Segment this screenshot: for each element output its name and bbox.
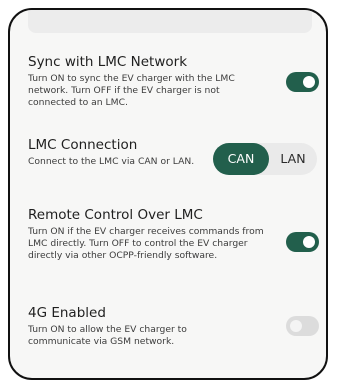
option-can[interactable]: CAN	[213, 143, 269, 175]
phone-frame: Sync with LMC Network Turn ON to sync th…	[8, 8, 328, 380]
toggle-knob	[290, 320, 302, 332]
setting-remote-control: Remote Control Over LMC Turn ON if the E…	[28, 207, 326, 262]
toggle-knob	[303, 236, 315, 248]
previous-card	[28, 10, 312, 33]
sync-lmc-toggle[interactable]	[286, 72, 319, 92]
lmc-connection-selector: CAN LAN	[213, 143, 317, 175]
remote-control-toggle[interactable]	[286, 232, 319, 252]
4g-enabled-toggle[interactable]	[286, 316, 319, 336]
toggle-knob	[303, 76, 315, 88]
option-lan[interactable]: LAN	[269, 143, 317, 175]
setting-4g-enabled: 4G Enabled Turn ON to allow the EV charg…	[28, 305, 326, 348]
setting-description: Turn ON to sync the EV charger with the …	[28, 73, 235, 108]
setting-description: Connect to the LMC via CAN or LAN.	[28, 156, 195, 167]
setting-description: Turn ON if the EV charger receives comma…	[28, 226, 264, 261]
setting-sync-lmc: Sync with LMC Network Turn ON to sync th…	[28, 54, 326, 109]
setting-title: Remote Control Over LMC	[28, 207, 203, 223]
setting-title: Sync with LMC Network	[28, 54, 188, 70]
setting-description: Turn ON to allow the EV charger to commu…	[28, 324, 187, 347]
setting-title: 4G Enabled	[28, 305, 106, 321]
